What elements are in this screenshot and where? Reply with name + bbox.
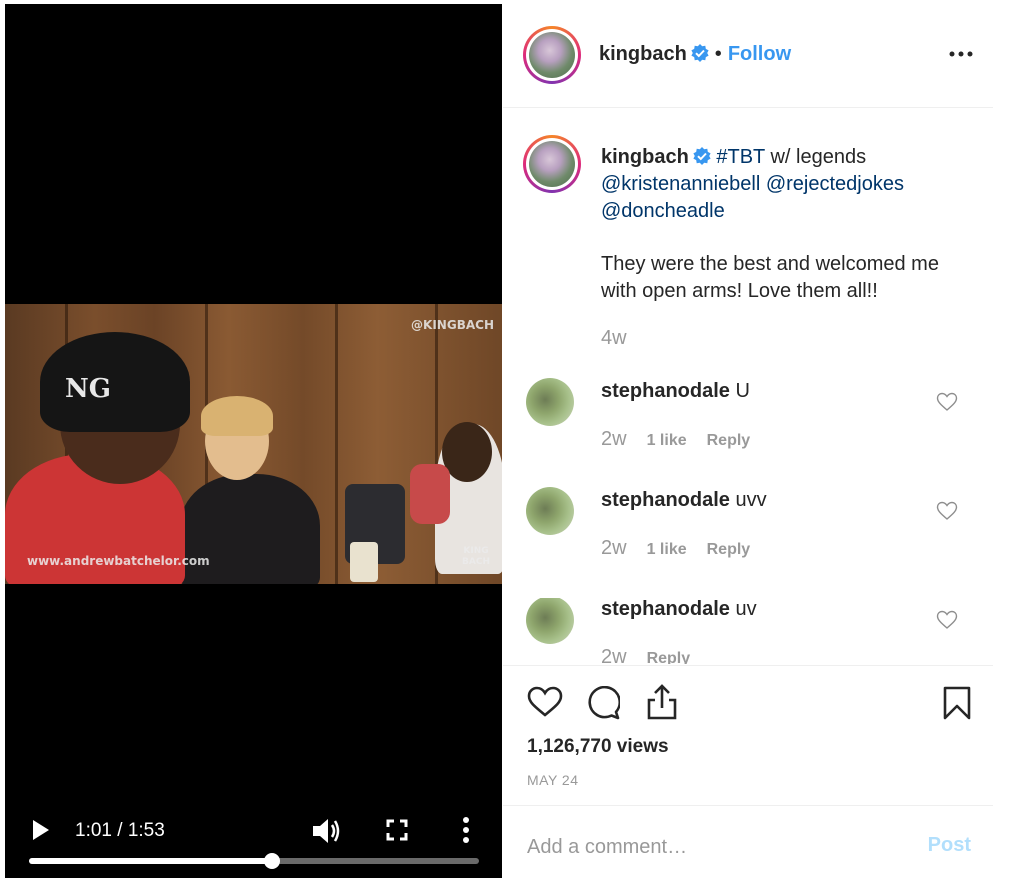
comment-meta: 2w 1 like Reply	[601, 428, 750, 451]
share-icon[interactable]	[645, 684, 679, 720]
mention-link[interactable]: @doncheadle	[601, 200, 725, 222]
comment-item: stephanodale uv 2w Reply	[503, 598, 993, 664]
hashtag-link[interactable]: #TBT	[716, 146, 765, 168]
caption-age[interactable]: 4w	[601, 325, 961, 352]
comment-text: uv	[735, 598, 757, 620]
cap	[40, 332, 190, 432]
comment-likes[interactable]: 1 like	[647, 541, 687, 558]
progress-thumb[interactable]	[264, 853, 280, 869]
verified-badge-icon	[691, 44, 709, 62]
comment-username[interactable]: stephanodale	[601, 489, 730, 511]
author-username[interactable]: kingbach	[599, 43, 687, 65]
caption-first-line: kingbach #TBT w/ legends @kristenanniebe…	[601, 144, 961, 225]
comment-text-row: stephanodale uv	[601, 598, 757, 621]
view-count[interactable]: 1,126,770 views	[527, 736, 669, 758]
comment-text: uvv	[735, 489, 767, 511]
progress-fill	[29, 858, 272, 864]
progress-bar[interactable]	[29, 853, 479, 869]
video-frame[interactable]: NG @KINGBACH www.andrewbatchelor.com KIN…	[5, 304, 502, 584]
author-avatar[interactable]	[523, 26, 581, 84]
post-caption: kingbach #TBT w/ legends @kristenanniebe…	[601, 144, 961, 352]
wood-panel-line	[335, 304, 338, 584]
comment-age[interactable]: 2w	[601, 537, 627, 559]
watermark-handle: @KINGBACH	[411, 318, 494, 332]
coffee-cup	[350, 542, 378, 582]
follow-button[interactable]: Follow	[728, 43, 791, 65]
corner-logo: KING BACH	[462, 546, 490, 567]
video-controls: 1:01 / 1:53	[5, 798, 502, 878]
caption-body: They were the best and welcomed me with …	[601, 253, 939, 302]
verified-badge-icon	[693, 147, 711, 165]
fullscreen-icon[interactable]	[386, 819, 408, 841]
comment-meta: 2w Reply	[601, 646, 690, 664]
bookmark-icon[interactable]	[943, 686, 971, 720]
comment-text-row: stephanodale uvv	[601, 489, 767, 512]
person-middle-hair	[201, 396, 273, 436]
reply-button[interactable]: Reply	[707, 432, 751, 449]
post-button[interactable]: Post	[928, 834, 971, 857]
comment-age[interactable]: 2w	[601, 646, 627, 664]
heart-icon[interactable]	[527, 686, 563, 718]
comment-item: stephanodale U 2w 1 like Reply	[503, 378, 993, 470]
comment-heart-icon[interactable]	[936, 610, 958, 630]
comment-username[interactable]: stephanodale	[601, 380, 730, 402]
comment-meta: 2w 1 like Reply	[601, 537, 750, 560]
play-icon[interactable]	[31, 818, 51, 842]
caption-avatar[interactable]	[523, 135, 581, 193]
video-player[interactable]: NG @KINGBACH www.andrewbatchelor.com KIN…	[5, 4, 502, 878]
comment-likes[interactable]: 1 like	[647, 432, 687, 449]
comment-text: U	[735, 380, 750, 402]
commenter-avatar[interactable]	[526, 598, 574, 644]
mention-link[interactable]: @kristenanniebell	[601, 173, 760, 195]
caption-username[interactable]: kingbach	[601, 146, 689, 168]
header-title-row: kingbach • Follow	[599, 43, 791, 66]
time-display: 1:01 / 1:53	[75, 820, 165, 841]
commenter-avatar[interactable]	[526, 378, 574, 426]
comment-heart-icon[interactable]	[936, 392, 958, 412]
comment-text-row: stephanodale U	[601, 380, 750, 403]
reply-button[interactable]: Reply	[647, 650, 691, 664]
comment-heart-icon[interactable]	[936, 501, 958, 521]
watermark-url: www.andrewbatchelor.com	[27, 554, 210, 568]
comment-icon[interactable]	[586, 686, 620, 720]
cap-logo-text: NG	[65, 374, 111, 404]
post-actions: 1,126,770 views MAY 24	[503, 665, 993, 805]
comment-username[interactable]: stephanodale	[601, 598, 730, 620]
comment-age[interactable]: 2w	[601, 428, 627, 450]
comment-item: stephanodale uvv 2w 1 like Reply	[503, 487, 993, 579]
post-sidebar: kingbach • Follow kingbach #TBT w/ legend…	[503, 0, 993, 887]
post-date[interactable]: MAY 24	[527, 772, 579, 788]
volume-icon[interactable]	[311, 817, 341, 845]
more-horizontal-icon[interactable]	[949, 44, 973, 64]
post-header: kingbach • Follow	[503, 0, 993, 108]
add-comment-bar: Post	[503, 805, 993, 887]
comment-input[interactable]	[527, 832, 887, 862]
more-vertical-icon[interactable]	[460, 816, 472, 844]
person-right-sleeve	[410, 464, 450, 524]
reply-button[interactable]: Reply	[707, 541, 751, 558]
mention-link[interactable]: @rejectedjokes	[766, 173, 904, 195]
caption-text: w/ legends	[764, 146, 867, 168]
separator-dot: •	[714, 43, 722, 65]
commenter-avatar[interactable]	[526, 487, 574, 535]
